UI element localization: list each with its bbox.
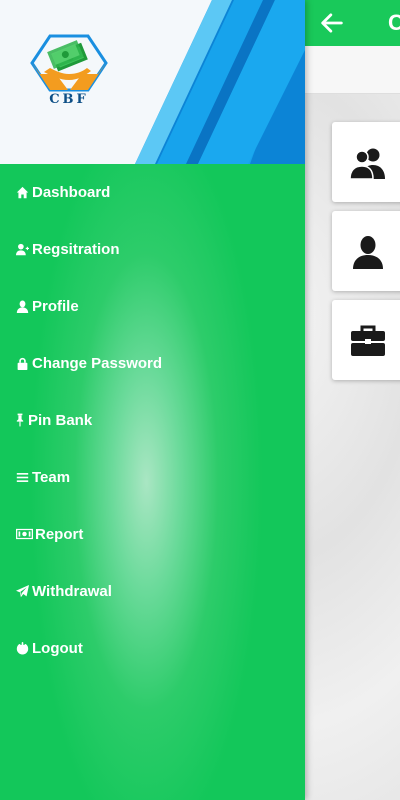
user-icon — [15, 299, 29, 313]
pin-icon — [15, 413, 25, 427]
dashboard-tile-team[interactable] — [332, 122, 400, 202]
logo-text: CBF — [49, 92, 89, 107]
menu-item-label: Profile — [32, 297, 79, 315]
menu-item-label: Report — [35, 525, 84, 543]
lock-icon — [15, 356, 29, 370]
menu-item-label: Dashboard — [32, 183, 111, 201]
home-icon — [15, 185, 29, 199]
power-icon — [15, 641, 29, 655]
menu-item-label: Team — [32, 468, 71, 486]
add-user-icon — [15, 242, 29, 256]
menu-item-registration[interactable]: Regsitration — [0, 229, 305, 269]
menu-item-team[interactable]: Team — [0, 457, 305, 497]
menu-item-pin-bank[interactable]: Pin Bank — [0, 400, 305, 440]
menu-item-dashboard[interactable]: Dashboard — [0, 172, 305, 212]
menu-item-logout[interactable]: Logout — [0, 628, 305, 668]
navigation-drawer: CBF Dashboard Regsitration Profile Chang… — [0, 0, 305, 800]
menu-item-label: Change Password — [32, 354, 163, 372]
dashboard-tile-report[interactable] — [332, 300, 400, 380]
drawer-header: CBF — [0, 0, 305, 164]
menu-item-change-password[interactable]: Change Password — [0, 343, 305, 383]
send-icon — [15, 584, 29, 598]
user-icon — [353, 236, 383, 269]
menu-item-profile[interactable]: Profile — [0, 286, 305, 326]
dashboard-tile-profile[interactable] — [332, 211, 400, 291]
menu-item-label: Withdrawal — [32, 582, 112, 600]
cbf-logo-icon — [30, 34, 108, 92]
menu-item-label: Regsitration — [32, 240, 120, 258]
menu-item-label: Logout — [32, 639, 83, 657]
money-icon — [15, 527, 33, 541]
briefcase-icon — [351, 325, 385, 356]
menu-item-report[interactable]: Report — [0, 514, 305, 554]
back-arrow-icon[interactable] — [318, 9, 346, 37]
list-icon — [15, 470, 29, 484]
users-icon — [350, 148, 385, 180]
menu-item-withdrawal[interactable]: Withdrawal — [0, 571, 305, 611]
app-bar-title: C — [388, 10, 400, 35]
menu-item-label: Pin Bank — [28, 411, 93, 429]
drawer-menu-panel: Dashboard Regsitration Profile Change Pa… — [0, 164, 305, 800]
